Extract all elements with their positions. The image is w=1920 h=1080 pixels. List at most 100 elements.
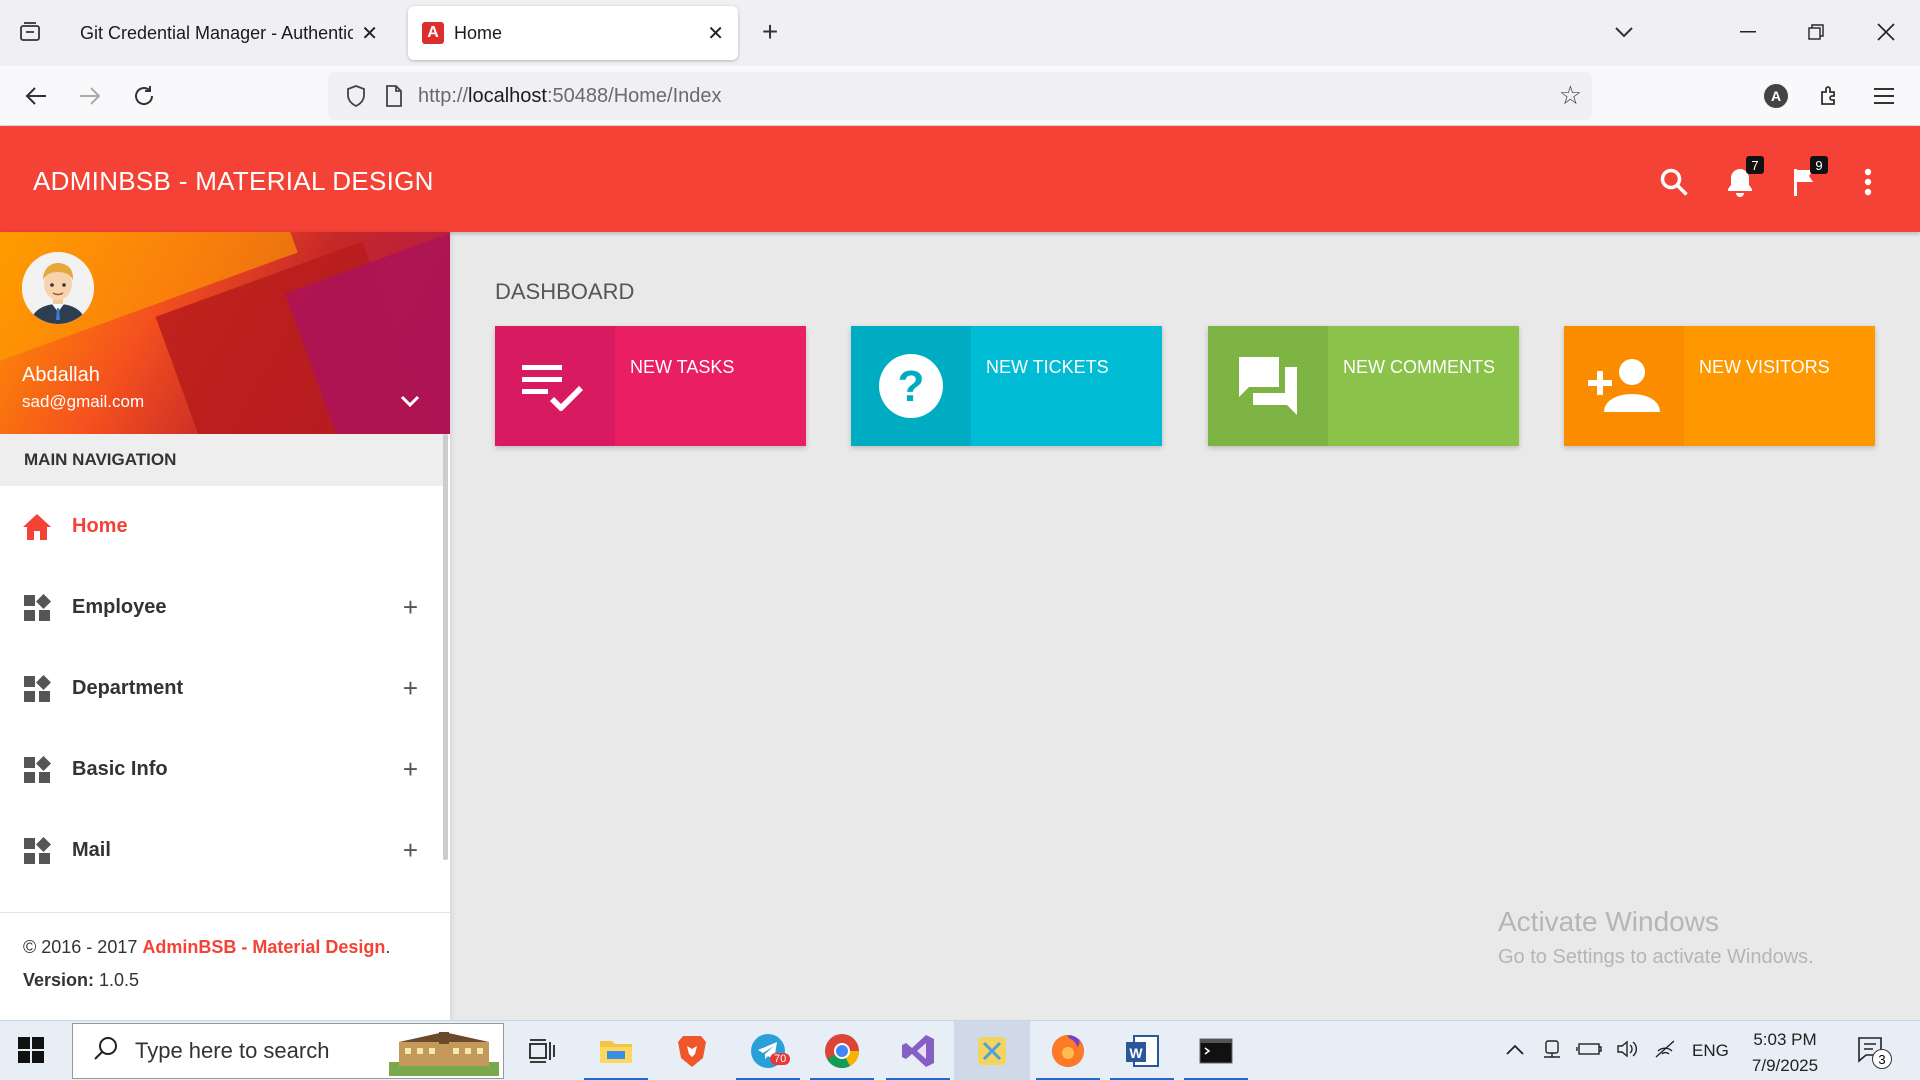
search-placeholder: Type here to search	[135, 1038, 330, 1063]
clock[interactable]: 5:03 PM 7/9/2025	[1730, 1027, 1840, 1079]
account-icon[interactable]: A	[1758, 78, 1794, 114]
expand-plus-icon[interactable]: +	[403, 673, 418, 704]
close-tab-icon[interactable]: ✕	[361, 21, 378, 46]
volume-icon[interactable]	[1616, 1039, 1640, 1064]
reload-icon[interactable]	[126, 78, 162, 114]
language-indicator[interactable]: ENG	[1692, 1041, 1729, 1061]
taskbar-search-box[interactable]: Type here to search	[72, 1023, 504, 1079]
sidebar-item-employee[interactable]: Employee +	[0, 567, 444, 648]
new-comments-card[interactable]: NEW COMMENTS	[1208, 326, 1519, 446]
tab-overflow-chevron-icon[interactable]	[1602, 14, 1646, 50]
svg-text:?: ?	[898, 362, 925, 411]
sidebar-item-basic-info[interactable]: Basic Info +	[0, 729, 444, 810]
wifi-icon[interactable]	[1654, 1039, 1678, 1064]
file-explorer-icon[interactable]	[578, 1021, 654, 1080]
search-icon	[93, 1035, 119, 1067]
firefox-icon[interactable]	[1030, 1021, 1106, 1080]
help-icon: ?	[879, 354, 943, 418]
battery-icon[interactable]	[1576, 1041, 1602, 1062]
new-tickets-card[interactable]: ? NEW TICKETS	[851, 326, 1162, 446]
notifications-count-badge: 7	[1746, 156, 1764, 174]
copyright: © 2016 - 2017 AdminBSB - Material Design…	[23, 937, 450, 958]
task-view-icon[interactable]	[504, 1021, 580, 1080]
extensions-icon[interactable]	[1812, 78, 1848, 114]
tab-list-icon[interactable]	[12, 14, 48, 50]
word-icon[interactable]: W	[1104, 1021, 1180, 1080]
sidebar-item-department[interactable]: Department +	[0, 648, 444, 729]
copyright-link[interactable]: AdminBSB - Material Design	[142, 937, 385, 957]
forward-icon[interactable]	[72, 78, 108, 114]
sidebar-item-label: Home	[72, 515, 128, 537]
back-icon[interactable]	[18, 78, 54, 114]
menu-hamburger-icon[interactable]	[1866, 78, 1902, 114]
brand-title[interactable]: ADMINBSB - MATERIAL DESIGN	[33, 166, 434, 197]
telegram-icon[interactable]: 70	[730, 1021, 806, 1080]
new-visitors-card[interactable]: NEW VISITORS	[1564, 326, 1875, 446]
new-tasks-card[interactable]: NEW TASKS	[495, 326, 806, 446]
expand-plus-icon[interactable]: +	[403, 754, 418, 785]
activate-windows-watermark: Activate Windows Go to Settings to activ…	[1498, 906, 1814, 969]
snipping-tool-icon[interactable]	[954, 1021, 1030, 1080]
card-icon-area	[495, 326, 615, 446]
notifications-bell-icon[interactable]: 7	[1722, 156, 1764, 200]
forum-icon	[1239, 357, 1297, 415]
search-highlight-image	[389, 1028, 499, 1076]
tab-title: Git Credential Manager - Authentica	[80, 22, 354, 43]
sidebar-scrollbar[interactable]	[443, 434, 448, 860]
terminal-icon[interactable]	[1178, 1021, 1254, 1080]
minimize-icon[interactable]	[1726, 14, 1770, 50]
clock-date: 7/9/2025	[1751, 1056, 1819, 1075]
tab-git-credential-manager[interactable]: Git Credential Manager - Authentica ✕	[66, 6, 392, 60]
meet-now-icon[interactable]	[1542, 1039, 1562, 1064]
user-menu-chevron-down-icon[interactable]	[400, 394, 420, 413]
copyright-suffix: .	[385, 937, 391, 957]
card-label: NEW TICKETS	[986, 357, 1109, 377]
brave-browser-icon[interactable]	[654, 1021, 730, 1080]
widgets-icon	[22, 593, 52, 623]
visual-studio-icon[interactable]	[880, 1021, 956, 1080]
windows-start-icon[interactable]	[18, 1037, 46, 1065]
svg-text:W: W	[1129, 1045, 1143, 1061]
flag-icon[interactable]: 9	[1786, 156, 1828, 200]
show-hidden-icons-chevron-up-icon[interactable]	[1506, 1041, 1524, 1061]
expand-plus-icon[interactable]: +	[403, 592, 418, 623]
close-tab-icon[interactable]: ✕	[707, 21, 724, 46]
shield-icon[interactable]	[342, 82, 370, 110]
url-scheme: http://	[418, 84, 469, 107]
more-vert-icon[interactable]	[1850, 164, 1886, 200]
url-path: :50488/Home/Index	[546, 84, 722, 107]
favicon-icon: A	[422, 22, 444, 44]
address-bar[interactable]: http://localhost:50488/Home/Index ☆	[328, 72, 1592, 120]
card-icon-area	[1208, 326, 1328, 446]
clock-time: 5:03 PM	[1753, 1030, 1817, 1049]
bookmark-star-icon[interactable]: ☆	[1559, 80, 1582, 111]
sidebar-item-mail[interactable]: Mail +	[0, 810, 444, 891]
new-tab-icon[interactable]: +	[752, 14, 788, 50]
tab-home[interactable]: A Home ✕	[408, 6, 738, 60]
sidebar-item-label: Employee	[72, 596, 167, 618]
tasks-count-badge: 9	[1810, 156, 1828, 174]
telegram-badge: 70	[770, 1053, 791, 1065]
restore-icon[interactable]	[1794, 14, 1838, 50]
url-text[interactable]: http://localhost:50488/Home/Index	[418, 85, 722, 108]
browser-tab-bar: Git Credential Manager - Authentica ✕ A …	[0, 0, 1920, 66]
main-navigation-header: MAIN NAVIGATION	[0, 434, 444, 486]
version-label: Version:	[23, 970, 95, 990]
watermark-line1: Activate Windows	[1498, 906, 1719, 937]
chrome-icon[interactable]	[804, 1021, 880, 1080]
search-icon[interactable]	[1656, 164, 1692, 200]
close-window-icon[interactable]	[1864, 14, 1908, 50]
sidebar-menu: Home Employee + Department + Basic Info …	[0, 486, 444, 891]
system-tray: ENG	[1506, 1021, 1729, 1080]
page-info-icon[interactable]	[380, 82, 408, 110]
expand-plus-icon[interactable]: +	[403, 835, 418, 866]
user-email: sad@gmail.com	[22, 392, 145, 411]
sidebar-item-label: Mail	[72, 839, 111, 861]
version: Version: 1.0.5	[23, 970, 450, 991]
action-center-icon[interactable]: 3	[1856, 1035, 1892, 1069]
sidebar: Abdallah sad@gmail.com MAIN NAVIGATION H…	[0, 232, 450, 1020]
avatar[interactable]	[22, 252, 94, 324]
svg-text:A: A	[1771, 88, 1781, 104]
sidebar-item-home[interactable]: Home	[0, 486, 444, 567]
watermark-line2: Go to Settings to activate Windows.	[1498, 946, 1814, 968]
